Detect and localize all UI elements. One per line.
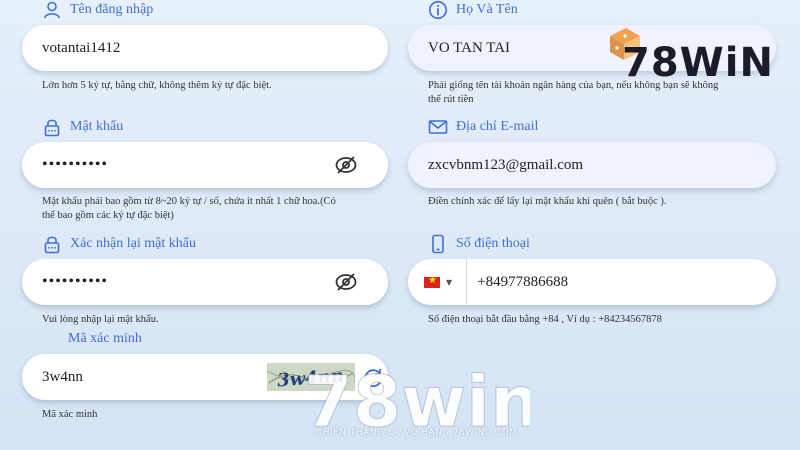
- confirm-password-value[interactable]: ••••••••••: [42, 273, 334, 291]
- chevron-down-icon: ▼: [446, 277, 453, 287]
- confirm-password-label: Xác nhận lại mật khẩu: [42, 234, 196, 254]
- email-label-text: Địa chỉ E-mail: [456, 119, 539, 134]
- fullname-label: Họ Và Tên: [428, 0, 518, 20]
- password-hint-line2: thể bao gồm các ký tự đặc biệt): [42, 210, 174, 221]
- lock-icon: [42, 117, 62, 137]
- username-value[interactable]: votantai1412: [42, 40, 388, 57]
- captcha-hint: Mã xác minh: [42, 409, 98, 420]
- fullname-label-text: Họ Và Tên: [456, 2, 518, 17]
- vietnam-flag-icon: [424, 275, 440, 288]
- phone-label: Số điện thoại: [428, 234, 530, 254]
- confirm-password-label-text: Xác nhận lại mật khẩu: [70, 236, 196, 251]
- brand-logo: 78WiN: [600, 24, 780, 86]
- eye-off-icon[interactable]: [334, 153, 358, 177]
- captcha-label: Mã xác minh: [68, 331, 142, 347]
- username-field[interactable]: votantai1412: [22, 25, 388, 71]
- fullname-hint-line2: thể rút tiền: [428, 94, 474, 105]
- password-value[interactable]: ••••••••••: [42, 156, 334, 174]
- email-label: Địa chỉ E-mail: [428, 117, 538, 137]
- country-code-select[interactable]: ▼: [424, 259, 468, 305]
- password-label: Mật khẩu: [42, 117, 123, 137]
- confirm-password-hint: Vui lòng nhập lại mật khẩu.: [42, 314, 159, 325]
- confirm-password-field[interactable]: ••••••••••: [22, 259, 388, 305]
- password-hint-line1: Mật khẩu phải bao gồm từ 8~20 ký tự / số…: [42, 196, 336, 207]
- mail-icon: [428, 117, 448, 137]
- email-hint: Điền chính xác để lấy lại mật khẩu khi q…: [428, 196, 667, 207]
- email-field[interactable]: zxcvbnm123@gmail.com: [408, 142, 776, 188]
- username-hint: Lớn hơn 5 ký tự, bằng chữ, không thêm ký…: [42, 80, 272, 91]
- phone-field[interactable]: ▼ +84977886688: [408, 259, 776, 305]
- phone-icon: [428, 234, 448, 254]
- captcha-image-text: 3w4nn: [276, 366, 344, 391]
- info-icon: [428, 0, 448, 20]
- refresh-icon[interactable]: [362, 366, 384, 388]
- phone-hint: Số điện thoại bắt đầu bằng +84 , Ví dụ :…: [428, 314, 662, 325]
- password-label-text: Mật khẩu: [70, 119, 124, 134]
- watermark-tagline: CHIẾN THẮNG LÀ VÔ HẠN - 78WIN0.COM: [316, 428, 518, 438]
- captcha-label-text: Mã xác minh: [68, 331, 142, 346]
- brand-logo-text: 78WiN: [622, 40, 774, 86]
- username-label: Tên đăng nhập: [42, 0, 153, 20]
- password-field[interactable]: ••••••••••: [22, 142, 388, 188]
- lock-icon: [42, 234, 62, 254]
- captcha-image: 3w4nn: [267, 363, 355, 391]
- password-hint: Mật khẩu phải bao gồm từ 8~20 ký tự / số…: [42, 195, 336, 223]
- phone-label-text: Số điện thoại: [456, 236, 530, 251]
- email-value[interactable]: zxcvbnm123@gmail.com: [428, 157, 776, 174]
- user-icon: [42, 0, 62, 20]
- eye-off-icon[interactable]: [334, 270, 358, 294]
- username-label-text: Tên đăng nhập: [70, 2, 154, 17]
- phone-value[interactable]: +84977886688: [477, 274, 776, 291]
